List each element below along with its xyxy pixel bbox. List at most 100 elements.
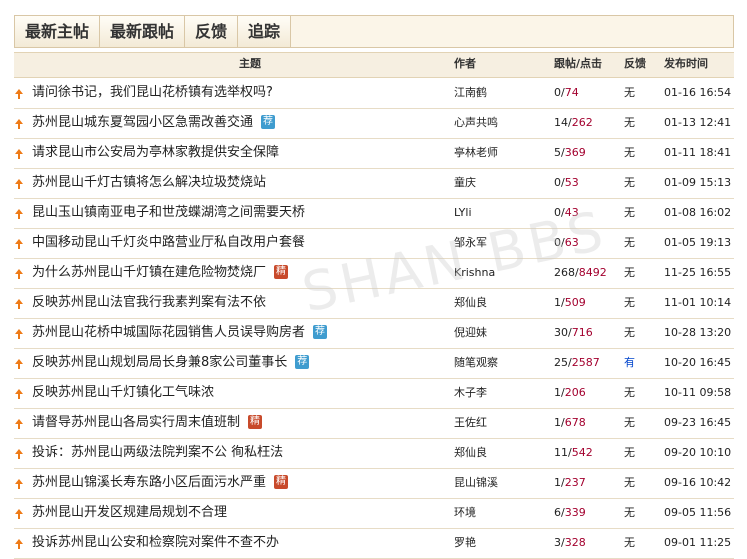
topic-link[interactable]: 反映苏州昆山法官我行我素判案有法不依 (32, 295, 266, 310)
up-arrow-icon (15, 149, 23, 159)
up-arrow-icon (15, 119, 23, 129)
topic-link[interactable]: 投诉：苏州昆山两级法院判案不公 徇私枉法 (32, 445, 283, 460)
click-count: 509 (564, 296, 586, 309)
featured-badge-icon: 精 (248, 414, 263, 429)
up-arrow-icon (15, 449, 23, 459)
recommended-badge-icon: 荐 (295, 354, 310, 369)
replies-clicks-cell: 268/8492 (554, 258, 607, 287)
topic-link[interactable]: 苏州昆山花桥中城国际花园销售人员误导购房者 (32, 325, 305, 340)
up-arrow-icon (15, 209, 23, 219)
table-row: 苏州昆山城东夏驾园小区急需改善交通荐 心声共鸣 14/262 无 01-13 12:41 (14, 108, 734, 139)
post-time-cell: 10-20 16:45 (664, 356, 732, 369)
post-time-cell: 11-01 10:14 (664, 296, 732, 309)
topic-link[interactable]: 中国移动昆山千灯炎中路营业厅私自改用户套餐 (32, 235, 305, 250)
author-cell[interactable]: 亭林老师 (454, 138, 498, 167)
author-cell[interactable]: 王佐红 (454, 408, 487, 437)
tab-feedback[interactable]: 反馈 (185, 16, 239, 47)
replies-clicks-cell: 5/369 (554, 138, 586, 167)
author-cell[interactable]: 心声共鸣 (454, 108, 498, 137)
up-arrow-icon (15, 389, 23, 399)
topic-cell: 为什么苏州昆山千灯镇在建危险物焚烧厂精 (32, 258, 289, 287)
post-time-cell: 09-20 10:10 (664, 446, 732, 459)
topic-cell: 请督导苏州昆山各局实行周末值班制精 (32, 408, 263, 437)
replies-clicks-cell: 11/542 (554, 438, 593, 467)
reply-count: 0 (554, 236, 561, 249)
click-count: 237 (564, 476, 586, 489)
click-count: 206 (564, 386, 586, 399)
topic-cell: 反映苏州昆山法官我行我素判案有法不依 (32, 288, 266, 317)
reply-count: 1 (554, 296, 561, 309)
topic-link[interactable]: 投诉苏州昆山公安和检察院对案件不查不办 (32, 535, 279, 550)
click-count: 63 (564, 236, 579, 249)
author-cell[interactable]: 木子李 (454, 378, 487, 407)
author-cell[interactable]: 随笔观察 (454, 348, 498, 377)
topic-link[interactable]: 苏州昆山千灯古镇将怎么解决垃圾焚烧站 (32, 175, 266, 190)
reply-count: 0 (554, 86, 561, 99)
feedback-cell: 无 (624, 176, 635, 189)
click-count: 678 (564, 416, 586, 429)
reply-count: 5 (554, 146, 561, 159)
author-cell[interactable]: 倪迎妹 (454, 318, 487, 347)
author-cell[interactable]: 童庆 (454, 168, 476, 197)
feedback-cell: 无 (624, 476, 635, 489)
click-count: 328 (564, 536, 586, 549)
click-count: 369 (564, 146, 586, 159)
topic-cell: 苏州昆山锦溪长寿东路小区后面污水严重精 (32, 468, 289, 497)
reply-count: 1 (554, 386, 561, 399)
reply-count: 1 (554, 416, 561, 429)
reply-count: 6 (554, 506, 561, 519)
topic-link[interactable]: 为什么苏州昆山千灯镇在建危险物焚烧厂 (32, 265, 266, 280)
topic-link[interactable]: 苏州昆山城东夏驾园小区急需改善交通 (32, 115, 253, 130)
author-cell[interactable]: LYli (454, 198, 472, 227)
reply-count: 3 (554, 536, 561, 549)
replies-clicks-cell: 1/237 (554, 468, 586, 497)
author-cell[interactable]: 环境 (454, 498, 476, 527)
reply-count: 0 (554, 176, 561, 189)
author-cell[interactable]: 罗艳 (454, 528, 476, 557)
table-row: 昆山玉山镇南亚电子和世茂蝶湖湾之间需要天桥 LYli 0/43 无 01-08 16:0… (14, 198, 734, 229)
replies-clicks-cell: 0/43 (554, 198, 579, 227)
author-cell[interactable]: Krishna (454, 258, 495, 287)
up-arrow-icon (15, 89, 23, 99)
reply-count: 14 (554, 116, 568, 129)
reply-count: 268 (554, 266, 575, 279)
table-row: 反映苏州昆山千灯镇化工气味浓 木子李 1/206 无 10-11 09:58 (14, 378, 734, 409)
feedback-cell: 无 (624, 296, 635, 309)
column-header-author: 作者 (454, 57, 476, 70)
tab-latest-replies[interactable]: 最新跟帖 (100, 16, 186, 47)
post-time-cell: 01-13 12:41 (664, 116, 732, 129)
click-count: 53 (564, 176, 579, 189)
up-arrow-icon (15, 269, 23, 279)
tab-tracking[interactable]: 追踪 (238, 16, 292, 47)
top-cutoff-strip (0, 0, 747, 12)
up-arrow-icon (15, 419, 23, 429)
click-count: 2587 (571, 356, 600, 369)
table-row: 反映苏州昆山规划局局长身兼8家公司董事长荐 随笔观察 25/2587 有 10-20 1… (14, 348, 734, 379)
topic-cell: 请问徐书记，我们昆山花桥镇有选举权吗? (32, 78, 273, 107)
topic-link[interactable]: 请督导苏州昆山各局实行周末值班制 (32, 415, 240, 430)
author-cell[interactable]: 江南鹤 (454, 78, 487, 107)
topic-cell: 请求昆山市公安局为亭林家教提供安全保障 (32, 138, 279, 167)
replies-clicks-cell: 14/262 (554, 108, 593, 137)
up-arrow-icon (15, 239, 23, 249)
author-cell[interactable]: 郑仙良 (454, 288, 487, 317)
topic-link[interactable]: 反映苏州昆山千灯镇化工气味浓 (32, 385, 214, 400)
click-count: 74 (564, 86, 579, 99)
topic-link[interactable]: 昆山玉山镇南亚电子和世茂蝶湖湾之间需要天桥 (32, 205, 305, 220)
click-count: 43 (564, 206, 579, 219)
topic-link[interactable]: 请问徐书记，我们昆山花桥镇有选举权吗? (32, 85, 273, 100)
table-row: 苏州昆山开发区规建局规划不合理 环境 6/339 无 09-05 11:56 (14, 498, 734, 529)
author-cell[interactable]: 郑仙良 (454, 438, 487, 467)
click-count: 262 (571, 116, 593, 129)
topic-link[interactable]: 苏州昆山开发区规建局规划不合理 (32, 505, 227, 520)
feedback-cell: 无 (624, 236, 635, 249)
tab-latest-topics[interactable]: 最新主帖 (15, 16, 101, 47)
topic-link[interactable]: 苏州昆山锦溪长寿东路小区后面污水严重 (32, 475, 266, 490)
feedback-cell: 无 (624, 86, 635, 99)
author-cell[interactable]: 昆山锦溪 (454, 468, 498, 497)
column-header-replies-clicks: 跟帖/点击 (554, 57, 603, 70)
topic-link[interactable]: 反映苏州昆山规划局局长身兼8家公司董事长 (32, 355, 287, 370)
topic-link[interactable]: 请求昆山市公安局为亭林家教提供安全保障 (32, 145, 279, 160)
author-cell[interactable]: 邹永军 (454, 228, 487, 257)
feedback-cell: 无 (624, 506, 635, 519)
